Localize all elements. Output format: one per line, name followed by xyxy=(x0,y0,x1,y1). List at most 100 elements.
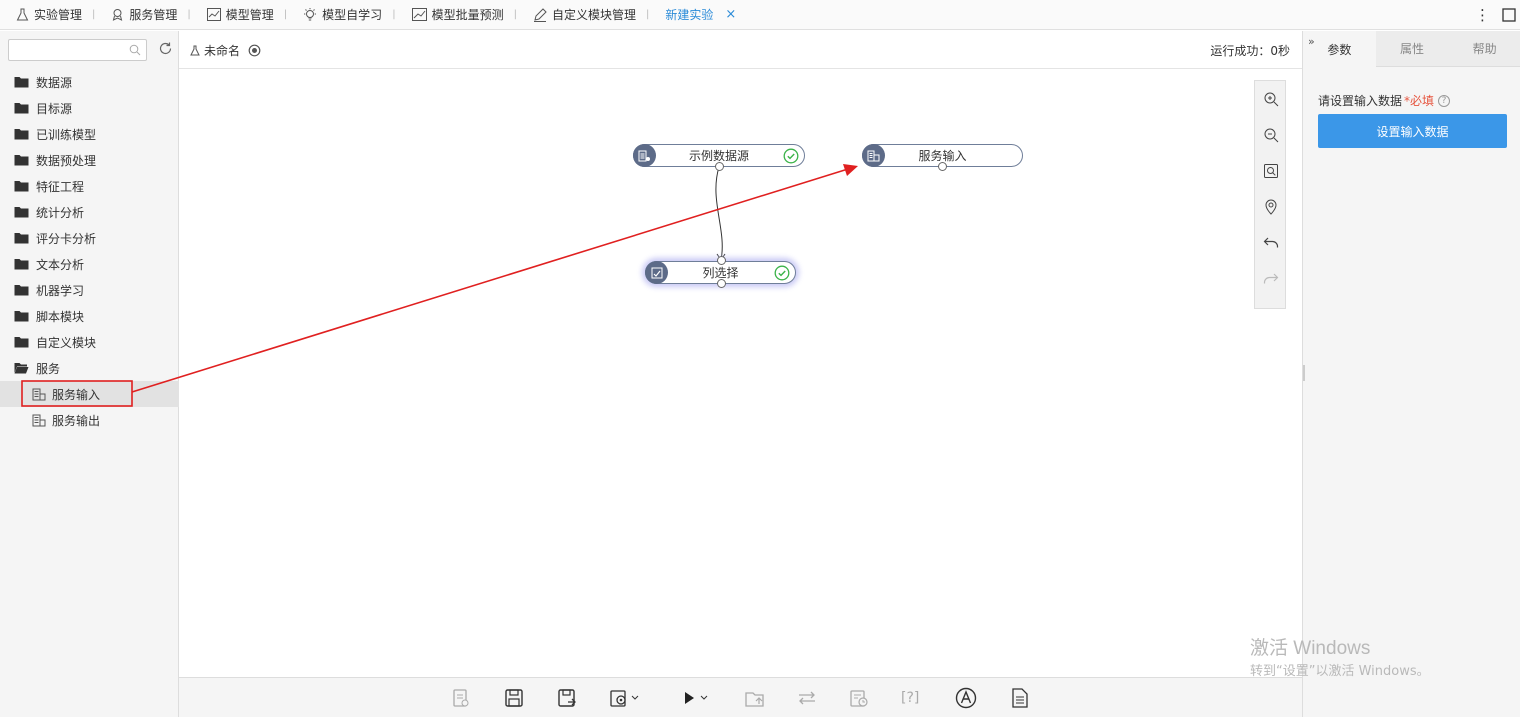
node-column-select[interactable]: 列选择 xyxy=(645,256,796,288)
canvas-header: 未命名 运行成功：0秒 xyxy=(179,31,1302,69)
output-port[interactable] xyxy=(717,279,726,288)
panel-splitter[interactable] xyxy=(1303,365,1305,381)
folder-open-icon xyxy=(14,363,29,374)
edit-icon xyxy=(533,7,547,22)
tab-label: 新建实验 xyxy=(665,8,714,22)
top-nav: 实验管理 | 服务管理 | 模型管理 | 模型自学习 | 模型批量预测 | 自定… xyxy=(0,0,1520,30)
success-check-icon xyxy=(783,148,799,164)
tree-folder[interactable]: 数据预处理 xyxy=(0,147,179,173)
refresh-icon[interactable] xyxy=(158,41,173,56)
module-icon xyxy=(32,414,46,426)
input-port[interactable] xyxy=(717,256,726,265)
tree-folder-label: 评分卡分析 xyxy=(36,231,97,246)
bottom-toolbar: [?] xyxy=(179,677,1302,717)
deploy-button[interactable] xyxy=(744,687,766,709)
nav-model-batch-predict[interactable]: 模型批量预测 | xyxy=(396,0,517,30)
nav-label: 实验管理 xyxy=(34,8,83,22)
tree-folder[interactable]: 特征工程 xyxy=(0,173,179,199)
bulb-icon xyxy=(304,7,317,20)
tree-folder[interactable]: 统计分析 xyxy=(0,199,179,225)
help-circle-icon[interactable]: ? xyxy=(1438,94,1451,107)
settings-dropdown-button[interactable] xyxy=(609,687,639,709)
nav-label: 模型批量预测 xyxy=(431,8,504,22)
tree-folder[interactable]: 自定义模块 xyxy=(0,329,179,355)
panel-tabs: 参数 属性 帮助 xyxy=(1303,31,1520,67)
locate-icon[interactable] xyxy=(1263,199,1279,215)
node-service-input[interactable]: 服务输入 xyxy=(862,144,1023,171)
zoom-out-icon[interactable] xyxy=(1263,127,1279,143)
save-as-icon xyxy=(558,689,576,707)
zoom-in-icon[interactable] xyxy=(1263,91,1279,107)
tree-folder[interactable]: 脚本模块 xyxy=(0,303,179,329)
swap-icon xyxy=(799,691,815,705)
experiment-canvas[interactable]: 示例数据源 服务输入 列选择 xyxy=(179,70,1302,677)
nav-model-self-learning[interactable]: 模型自学习 | xyxy=(287,0,396,30)
nav-model-management[interactable]: 模型管理 | xyxy=(191,0,287,30)
help-button[interactable]: [?] xyxy=(901,687,919,709)
nav-label: 自定义模块管理 xyxy=(551,8,636,22)
schedule-icon xyxy=(850,690,868,707)
chart-icon xyxy=(206,8,221,21)
output-port[interactable] xyxy=(938,162,947,171)
tree-module-item[interactable]: 服务输出 xyxy=(0,407,179,433)
tree-folder[interactable]: 服务 xyxy=(0,355,179,381)
redo-icon[interactable] xyxy=(1263,271,1279,287)
folder-icon xyxy=(14,181,29,192)
switch-button[interactable] xyxy=(796,687,818,709)
experiment-name[interactable]: 未命名 xyxy=(190,42,261,59)
tab-help[interactable]: 帮助 xyxy=(1448,31,1520,67)
service-icon xyxy=(113,9,123,21)
flask-icon xyxy=(16,8,29,21)
annotate-button[interactable] xyxy=(955,687,977,709)
folder-icon xyxy=(14,311,29,322)
document-button[interactable] xyxy=(1011,687,1029,709)
tree-folder[interactable]: 目标源 xyxy=(0,95,179,121)
more-icon[interactable]: ⋮ xyxy=(1475,6,1490,24)
tree-folder[interactable]: 机器学习 xyxy=(0,277,179,303)
set-input-data-button[interactable]: 设置输入数据 xyxy=(1318,114,1507,148)
chevron-down-icon xyxy=(700,695,708,700)
save-button[interactable] xyxy=(504,687,524,709)
settings-icon[interactable] xyxy=(248,44,261,57)
undo-icon[interactable] xyxy=(1263,235,1279,251)
run-log-button[interactable] xyxy=(451,687,471,709)
save-as-button[interactable] xyxy=(557,687,577,709)
module-tree: 数据源 目标源 已训练模型 数据预处理 特征工程 统计分析评分卡分析文本分析机器学习脚本模… xyxy=(0,69,179,433)
module-search-input[interactable] xyxy=(8,39,147,61)
folder-icon xyxy=(14,129,29,140)
document-icon xyxy=(1012,688,1028,708)
gear-doc-icon xyxy=(610,690,626,707)
search-icon[interactable] xyxy=(129,44,141,56)
tab-new-experiment[interactable]: 新建实验 × xyxy=(649,0,736,30)
tree-folder[interactable]: 文本分析 xyxy=(0,251,179,277)
maximize-icon[interactable] xyxy=(1502,8,1516,22)
bracket-help-icon: [?] xyxy=(901,690,920,706)
properties-panel: 参数 属性 帮助 请设置输入数据 *必填 ? 设置输入数据 xyxy=(1302,31,1520,717)
tab-attributes[interactable]: 属性 xyxy=(1375,31,1449,67)
input-data-field-label: 请设置输入数据 *必填 ? xyxy=(1318,92,1451,109)
flask-icon xyxy=(190,45,200,56)
canvas-zoom-toolbar xyxy=(1254,80,1286,309)
nav-experiment-management[interactable]: 实验管理 | xyxy=(0,0,95,30)
tree-module-label: 服务输出 xyxy=(52,413,101,428)
tree-folder[interactable]: 数据源 xyxy=(0,69,179,95)
tree-folder[interactable]: 已训练模型 xyxy=(0,121,179,147)
folder-icon xyxy=(14,259,29,270)
letter-a-icon xyxy=(955,687,977,709)
output-port[interactable] xyxy=(715,162,724,171)
nav-service-management[interactable]: 服务管理 | xyxy=(95,0,191,30)
tree-folder-label: 脚本模块 xyxy=(36,309,85,324)
run-button[interactable] xyxy=(682,687,708,709)
schedule-button[interactable] xyxy=(849,687,871,709)
tree-folder-label: 机器学习 xyxy=(36,283,85,298)
tree-module-item[interactable]: 服务输入 xyxy=(0,381,179,407)
folder-icon xyxy=(14,285,29,296)
tree-folder[interactable]: 评分卡分析 xyxy=(0,225,179,251)
tree-folder-label: 文本分析 xyxy=(36,257,85,272)
collapse-panel-icon[interactable]: » xyxy=(1308,35,1315,48)
node-sample-datasource[interactable]: 示例数据源 xyxy=(633,144,805,171)
log-icon xyxy=(453,689,469,707)
nav-custom-module-management[interactable]: 自定义模块管理 | xyxy=(517,0,649,30)
fit-view-icon[interactable] xyxy=(1263,163,1279,179)
close-icon[interactable]: × xyxy=(725,7,736,22)
